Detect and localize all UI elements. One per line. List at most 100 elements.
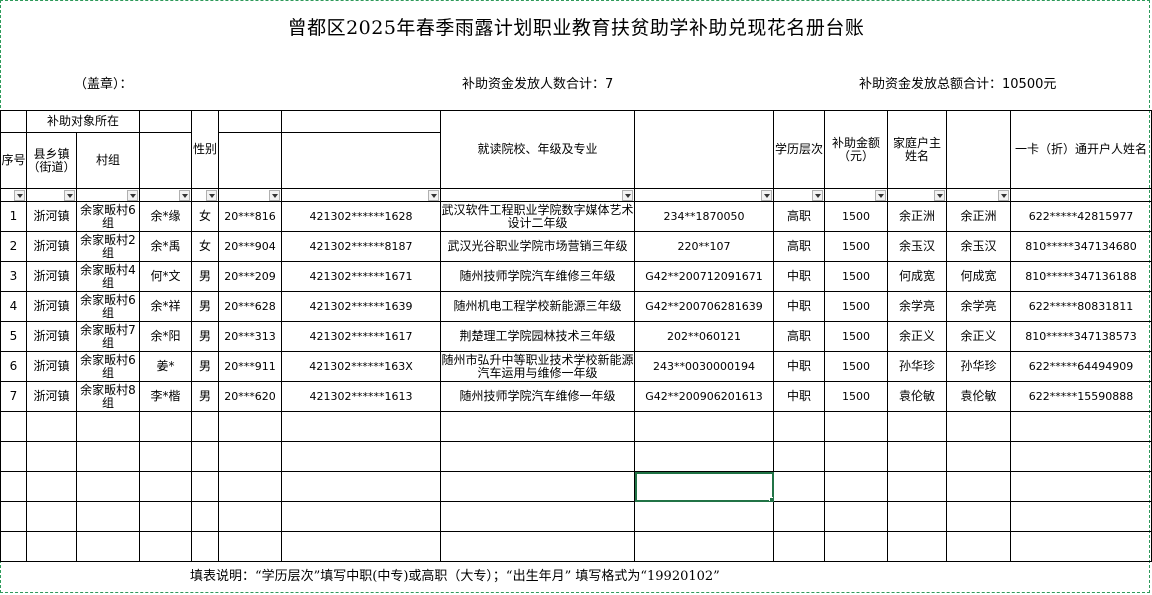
- header-town[interactable]: 县乡镇（街道）: [26, 132, 77, 189]
- cell-id[interactable]: 421302******1639: [281, 291, 441, 322]
- cell-card[interactable]: 810*****347136188: [1010, 261, 1152, 292]
- filter-dropdown-icon[interactable]: [761, 190, 772, 201]
- cell-card[interactable]: 810*****347134680: [1010, 231, 1152, 262]
- cell-gender[interactable]: 男: [191, 321, 219, 352]
- cell-gender[interactable]: 男: [191, 351, 219, 382]
- cell-amount[interactable]: 1500: [824, 291, 888, 322]
- cell-name[interactable]: 李*楷: [139, 381, 192, 412]
- cell-holder[interactable]: 余学亮: [946, 291, 1011, 322]
- filter-dropdown-icon[interactable]: [622, 190, 633, 201]
- cell-gender[interactable]: 男: [191, 291, 219, 322]
- filter-dropdown-icon[interactable]: [127, 190, 138, 201]
- cell-village[interactable]: 余家畈村6组: [76, 351, 140, 382]
- cell-seq[interactable]: 4: [0, 291, 27, 322]
- cell-student-no[interactable]: 220**107: [634, 231, 774, 262]
- filter-dropdown-icon[interactable]: [998, 190, 1009, 201]
- cell-name[interactable]: 余*缘: [139, 201, 192, 232]
- cell-town[interactable]: 浙河镇: [26, 201, 77, 232]
- cell-name[interactable]: 姜*: [139, 351, 192, 382]
- cell-school[interactable]: 随州技师学院汽车维修一年级: [440, 381, 635, 412]
- cell-card[interactable]: 622*****80831811: [1010, 291, 1152, 322]
- cell-name[interactable]: 余*禹: [139, 231, 192, 262]
- cell-card[interactable]: 622*****42815977: [1010, 201, 1152, 232]
- cell-student-no[interactable]: 234**1870050: [634, 201, 774, 232]
- filter-dropdown-icon[interactable]: [934, 190, 945, 201]
- cell-name[interactable]: 何*文: [139, 261, 192, 292]
- filter-dropdown-icon[interactable]: [64, 190, 75, 201]
- header-village[interactable]: 村组: [76, 132, 140, 189]
- cell-village[interactable]: 余家畈村2组: [76, 231, 140, 262]
- cell-holder[interactable]: 何成宽: [946, 261, 1011, 292]
- cell-id[interactable]: 421302******1628: [281, 201, 441, 232]
- cell-amount[interactable]: 1500: [824, 261, 888, 292]
- filter-dropdown-icon[interactable]: [812, 190, 823, 201]
- cell-amount[interactable]: 1500: [824, 351, 888, 382]
- cell-town[interactable]: 浙河镇: [26, 291, 77, 322]
- filter-dropdown-icon[interactable]: [179, 190, 190, 201]
- selected-cell[interactable]: [634, 471, 774, 502]
- cell-school[interactable]: 武汉软件工程职业学院数字媒体艺术设计二年级: [440, 201, 635, 232]
- cell-holder[interactable]: 袁伦敏: [946, 381, 1011, 412]
- header-edu[interactable]: 学历层次: [773, 110, 825, 189]
- cell-holder[interactable]: 孙华珍: [946, 351, 1011, 382]
- filter-dropdown-icon[interactable]: [269, 190, 280, 201]
- cell-amount[interactable]: 1500: [824, 321, 888, 352]
- filter-dropdown-icon[interactable]: [206, 190, 217, 201]
- cell-card[interactable]: 622*****15590888: [1010, 381, 1152, 412]
- filter-dropdown-icon[interactable]: [428, 190, 439, 201]
- header-school[interactable]: 就读院校、年级及专业: [440, 110, 635, 189]
- cell-amount[interactable]: 1500: [824, 201, 888, 232]
- cell-birth[interactable]: 20***911: [218, 351, 282, 382]
- cell-village[interactable]: 余家畈村8组: [76, 381, 140, 412]
- cell-birth[interactable]: 20***209: [218, 261, 282, 292]
- cell-school[interactable]: 随州技师学院汽车维修三年级: [440, 261, 635, 292]
- cell-gender[interactable]: 男: [191, 261, 219, 292]
- cell-village[interactable]: 余家畈村6组: [76, 291, 140, 322]
- cell-card[interactable]: 810*****347138573: [1010, 321, 1152, 352]
- cell-holder[interactable]: 余正义: [946, 321, 1011, 352]
- cell-student-no[interactable]: G42**200906201613: [634, 381, 774, 412]
- header-seq[interactable]: 序号: [0, 132, 27, 189]
- cell-seq[interactable]: 7: [0, 381, 27, 412]
- cell-gender[interactable]: 女: [191, 231, 219, 262]
- cell-birth[interactable]: 20***620: [218, 381, 282, 412]
- cell-holder[interactable]: 余玉汉: [946, 231, 1011, 262]
- cell-school[interactable]: 武汉光谷职业学院市场营销三年级: [440, 231, 635, 262]
- cell-town[interactable]: 浙河镇: [26, 381, 77, 412]
- cell-edu[interactable]: 中职: [773, 291, 825, 322]
- cell-school[interactable]: 随州机电工程学校新能源三年级: [440, 291, 635, 322]
- cell-holder[interactable]: 余正洲: [946, 201, 1011, 232]
- cell-school[interactable]: 随州市弘升中等职业技术学校新能源汽车运用与维修一年级: [440, 351, 635, 382]
- header-household[interactable]: 家庭户主姓名: [887, 110, 947, 189]
- cell-household[interactable]: 孙华珍: [887, 351, 947, 382]
- cell-town[interactable]: 浙河镇: [26, 321, 77, 352]
- cell-household[interactable]: 余正洲: [887, 201, 947, 232]
- header-gender[interactable]: 性别: [191, 110, 219, 189]
- cell-id[interactable]: 421302******1617: [281, 321, 441, 352]
- cell-seq[interactable]: 6: [0, 351, 27, 382]
- cell-household[interactable]: 何成宽: [887, 261, 947, 292]
- cell-student-no[interactable]: 243**0030000194: [634, 351, 774, 382]
- cell-household[interactable]: 余玉汉: [887, 231, 947, 262]
- cell-seq[interactable]: 1: [0, 201, 27, 232]
- cell-edu[interactable]: 高职: [773, 201, 825, 232]
- cell-edu[interactable]: 高职: [773, 231, 825, 262]
- cell-town[interactable]: 浙河镇: [26, 261, 77, 292]
- cell-seq[interactable]: 3: [0, 261, 27, 292]
- cell-name[interactable]: 余*祥: [139, 291, 192, 322]
- cell-amount[interactable]: 1500: [824, 381, 888, 412]
- cell-household[interactable]: 余正义: [887, 321, 947, 352]
- cell-id[interactable]: 421302******163X: [281, 351, 441, 382]
- cell-village[interactable]: 余家畈村6组: [76, 201, 140, 232]
- cell-id[interactable]: 421302******1671: [281, 261, 441, 292]
- cell-student-no[interactable]: G42**200712091671: [634, 261, 774, 292]
- cell-edu[interactable]: 中职: [773, 261, 825, 292]
- cell-card[interactable]: 622*****64494909: [1010, 351, 1152, 382]
- cell-birth[interactable]: 20***816: [218, 201, 282, 232]
- cell-town[interactable]: 浙河镇: [26, 351, 77, 382]
- cell-village[interactable]: 余家畈村4组: [76, 261, 140, 292]
- cell-town[interactable]: 浙河镇: [26, 231, 77, 262]
- cell-gender[interactable]: 女: [191, 201, 219, 232]
- cell-seq[interactable]: 5: [0, 321, 27, 352]
- cell-birth[interactable]: 20***628: [218, 291, 282, 322]
